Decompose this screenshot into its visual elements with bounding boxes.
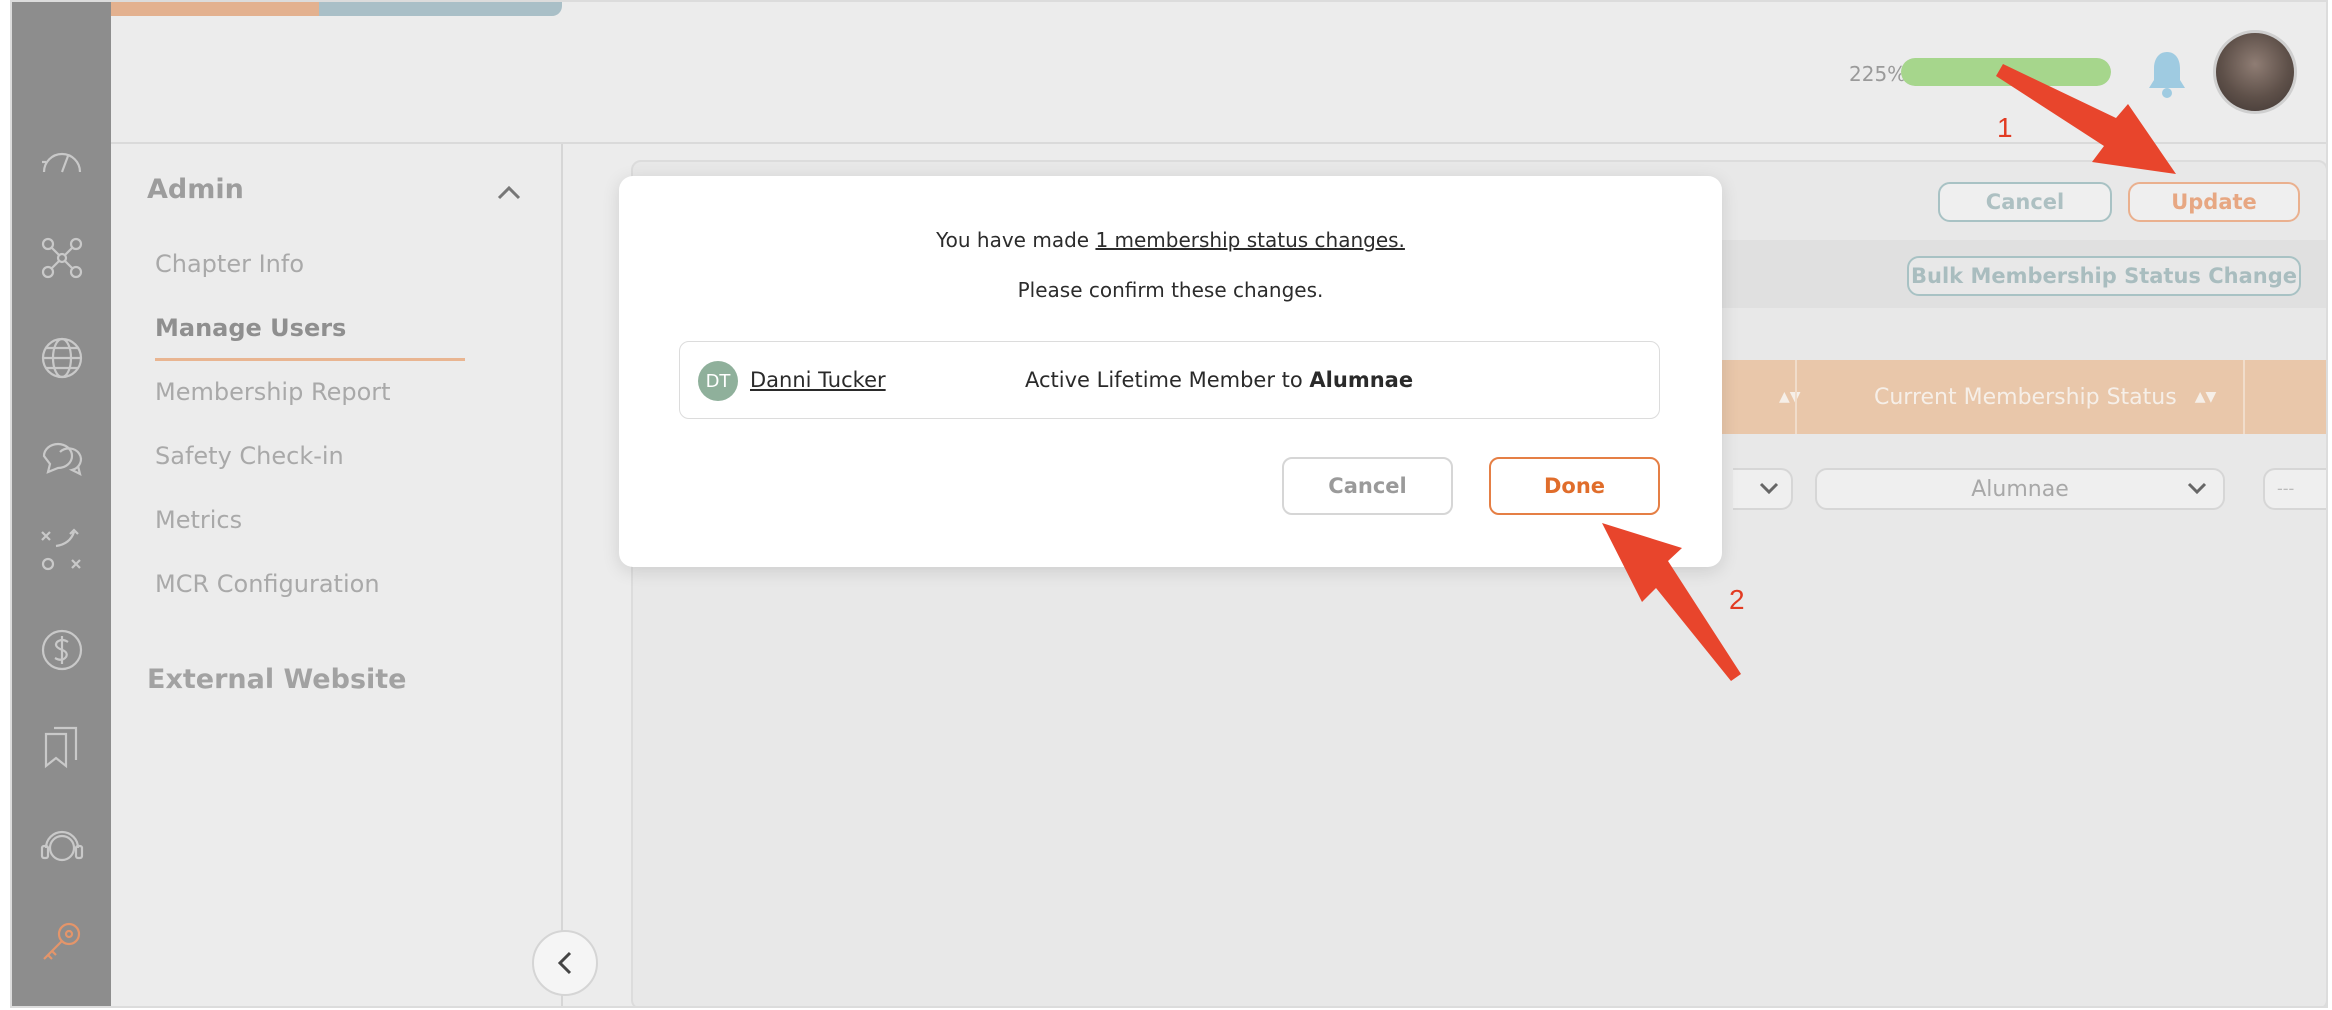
row-select-partial[interactable] <box>1733 468 1793 510</box>
active-item-underline <box>155 358 465 361</box>
admin-sidebar: Admin Chapter Info Manage Users Membersh… <box>111 144 563 1006</box>
change-list-item: DT Danni Tucker Active Lifetime Member t… <box>679 341 1660 419</box>
sidebar-title[interactable]: Admin <box>147 174 244 205</box>
modal-message: You have made 1 membership status change… <box>619 228 1722 252</box>
dashboard-gauge-icon[interactable] <box>34 136 90 192</box>
sidebar-item-safety-check-in[interactable]: Safety Check-in <box>155 442 344 470</box>
progress-bar <box>1901 58 2111 86</box>
modal-message-prefix: You have made <box>936 228 1096 252</box>
chevron-left-icon <box>557 951 572 975</box>
bookmarks-icon[interactable] <box>34 718 90 774</box>
changes-count-link[interactable]: 1 membership status changes. <box>1095 228 1404 252</box>
bulk-membership-status-change-button[interactable]: Bulk Membership Status Change <box>1907 256 2301 296</box>
membership-status-select[interactable]: Alumnae <box>1815 468 2225 510</box>
key-icon[interactable] <box>34 914 90 970</box>
modal-cancel-button[interactable]: Cancel <box>1282 457 1453 515</box>
support-headset-icon[interactable] <box>34 818 90 874</box>
chevron-down-icon <box>2187 482 2207 495</box>
sidebar-item-metrics[interactable]: Metrics <box>155 506 242 534</box>
sidebar-section-external-website[interactable]: External Website <box>147 664 407 695</box>
chevron-up-icon[interactable] <box>496 182 522 202</box>
modal-done-button[interactable]: Done <box>1489 457 1660 515</box>
network-nodes-icon[interactable] <box>34 230 90 286</box>
membership-status-value: Alumnae <box>1971 476 2069 502</box>
progress-percent: 225% <box>1849 62 1907 86</box>
column-header-current-membership-status[interactable]: Current Membership Status ▲▼ <box>1874 360 2216 434</box>
annotation-label-1: 1 <box>1997 112 2013 143</box>
modal-instruction: Please confirm these changes. <box>1017 278 1324 302</box>
avatar[interactable] <box>2213 30 2297 114</box>
member-name-link[interactable]: Danni Tucker <box>750 368 886 392</box>
update-button[interactable]: Update <box>2128 182 2300 222</box>
bell-icon[interactable] <box>2144 48 2190 100</box>
sidebar-item-chapter-info[interactable]: Chapter Info <box>155 250 304 278</box>
next-column-select[interactable]: --- <box>2263 468 2326 510</box>
status-from: Active Lifetime Member to <box>1025 368 1310 392</box>
status-to: Alumnae <box>1309 368 1414 392</box>
column-header-label: Current Membership Status <box>1874 384 2177 410</box>
chevron-down-icon <box>1759 482 1779 495</box>
dollar-icon[interactable] <box>34 622 90 678</box>
confirm-changes-modal: You have made 1 membership status change… <box>619 176 1722 567</box>
chat-bubbles-icon[interactable] <box>34 426 90 482</box>
sidebar-item-membership-report[interactable]: Membership Report <box>155 378 391 406</box>
annotation-label-2: 2 <box>1729 584 1745 615</box>
initials-avatar: DT <box>698 361 738 401</box>
collapse-sidebar-button[interactable] <box>532 930 598 996</box>
cancel-button[interactable]: Cancel <box>1938 182 2112 222</box>
status-change-text: Active Lifetime Member to Alumnae <box>1025 368 1413 392</box>
sidebar-item-manage-users[interactable]: Manage Users <box>155 314 346 342</box>
sort-icon: ▲▼ <box>2194 389 2217 405</box>
strategy-icon[interactable] <box>34 522 90 578</box>
sidebar-item-mcr-configuration[interactable]: MCR Configuration <box>155 570 380 598</box>
icon-rail <box>12 2 111 1006</box>
globe-icon[interactable] <box>34 330 90 386</box>
top-bar: 225% <box>111 2 2326 144</box>
top-color-strip <box>111 2 562 16</box>
